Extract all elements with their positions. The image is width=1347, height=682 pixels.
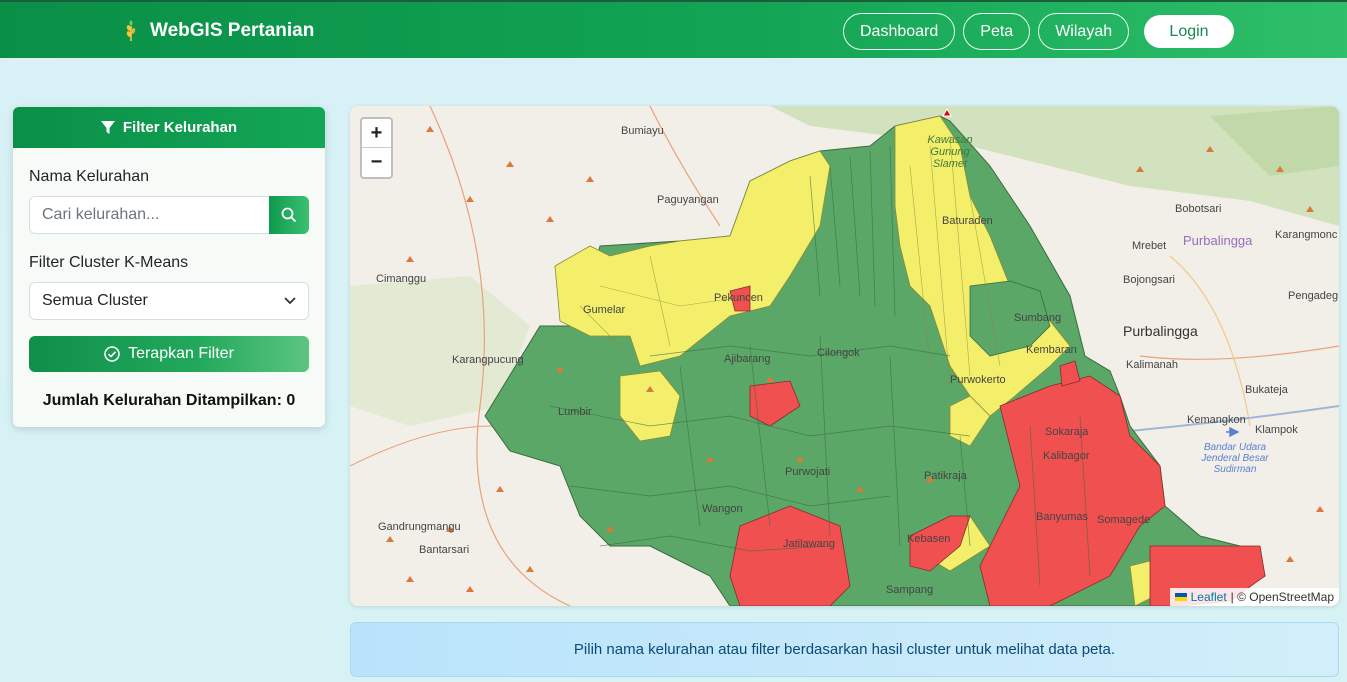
cluster-select-value: Semua Cluster	[42, 292, 148, 309]
nav-wilayah[interactable]: Wilayah	[1038, 13, 1130, 50]
map-label: Karangpucung	[452, 354, 524, 366]
map-label: Kemangkon	[1187, 414, 1246, 426]
osm-attribution: | © OpenStreetMap	[1230, 590, 1334, 604]
map-label: Lumbir	[558, 406, 592, 418]
info-alert: Pilih nama kelurahan atau filter berdasa…	[350, 622, 1339, 677]
map-label: Pengadeg	[1288, 290, 1339, 302]
map-label: Gumelar	[583, 304, 626, 316]
leaflet-link[interactable]: Leaflet	[1191, 590, 1227, 604]
zoom-control: + −	[360, 117, 393, 179]
map-label: Kembaran	[1026, 344, 1077, 356]
map-label: Patikraja	[924, 470, 967, 482]
map-label: Wangon	[702, 503, 743, 515]
map-label: Karangmonc	[1275, 229, 1338, 241]
map-label: Klampok	[1255, 424, 1298, 436]
apply-filter-button[interactable]: Terapkan Filter	[29, 336, 309, 372]
map-label: Bantarsari	[419, 544, 470, 556]
nav-peta[interactable]: Peta	[963, 13, 1031, 50]
cluster-label: Filter Cluster K-Means	[29, 254, 189, 271]
map-label: Jatilawang	[783, 538, 835, 550]
nav-dashboard[interactable]: Dashboard	[843, 13, 956, 50]
map-label: Cilongok	[817, 347, 860, 359]
zoom-out-button[interactable]: −	[362, 148, 391, 177]
search-group	[29, 196, 309, 234]
map-label: Banyumas	[1036, 511, 1088, 523]
map-label: Sokaraja	[1045, 426, 1089, 438]
navbar: WebGIS Pertanian Dashboard Peta Wilayah …	[0, 0, 1347, 58]
map-label: Bobotsari	[1175, 203, 1222, 215]
login-button[interactable]: Login	[1144, 15, 1234, 48]
map-label: Baturaden	[942, 215, 993, 227]
map-label: Mrebet	[1132, 240, 1167, 252]
filter-card: Filter Kelurahan Nama Kelurahan Filter C…	[13, 107, 325, 427]
map-label: Purbalingga	[1123, 323, 1198, 339]
map-label: Purwojati	[785, 466, 831, 478]
map-label: Cimanggu	[376, 273, 427, 285]
map-label: Kebasen	[907, 533, 951, 545]
check-circle-icon	[104, 346, 120, 362]
name-label: Nama Kelurahan	[29, 168, 150, 185]
map-attribution: Leaflet | © OpenStreetMap	[1169, 588, 1339, 606]
nav-links: Dashboard Peta Wilayah	[843, 13, 1130, 50]
filter-card-title: Filter Kelurahan	[122, 119, 238, 136]
kelurahan-count: Jumlah Kelurahan Ditampilkan: 0	[42, 392, 296, 409]
search-button[interactable]	[269, 196, 309, 234]
filter-card-header: Filter Kelurahan	[13, 107, 325, 148]
map-label: Bojongsari	[1123, 274, 1175, 286]
brand-title: WebGIS Pertanian	[150, 20, 315, 41]
map-label: Bumiayu	[621, 125, 664, 137]
map-label: Kalibagor	[1043, 450, 1090, 462]
map-label: Bukateja	[1245, 384, 1288, 396]
map-label: Kalimanah	[1126, 359, 1178, 371]
map-label: Paguyangan	[657, 194, 719, 206]
map-label: Purwokerto	[950, 374, 1006, 386]
cluster-select[interactable]: Semua Cluster	[29, 282, 309, 320]
map-label: Gandrungmangu	[378, 521, 461, 533]
map-label: Sampang	[886, 584, 934, 596]
map[interactable]: Bumiayu Paguyangan Cimanggu Karangpucung…	[350, 106, 1339, 606]
zoom-in-button[interactable]: +	[362, 119, 391, 148]
map-label: Somagede	[1097, 514, 1151, 526]
apply-filter-label: Terapkan Filter	[128, 345, 234, 362]
search-icon	[281, 207, 297, 223]
ukraine-flag-icon	[1174, 593, 1187, 601]
map-label: Bandar Udara Jenderal Besar Sudirman	[1201, 442, 1269, 475]
map-label: Kawasan Gunung Slamet	[927, 134, 973, 170]
map-label: Ajibarang	[724, 353, 771, 365]
chevron-down-icon	[284, 297, 296, 305]
map-label: Pekuncen	[714, 292, 763, 304]
map-label: Sumbang	[1014, 312, 1062, 324]
kelurahan-search-input[interactable]	[29, 196, 269, 234]
filter-icon	[100, 120, 115, 134]
map-label: Purbalingga	[1183, 233, 1253, 248]
wheat-icon	[126, 20, 136, 41]
brand[interactable]: WebGIS Pertanian	[122, 2, 314, 60]
